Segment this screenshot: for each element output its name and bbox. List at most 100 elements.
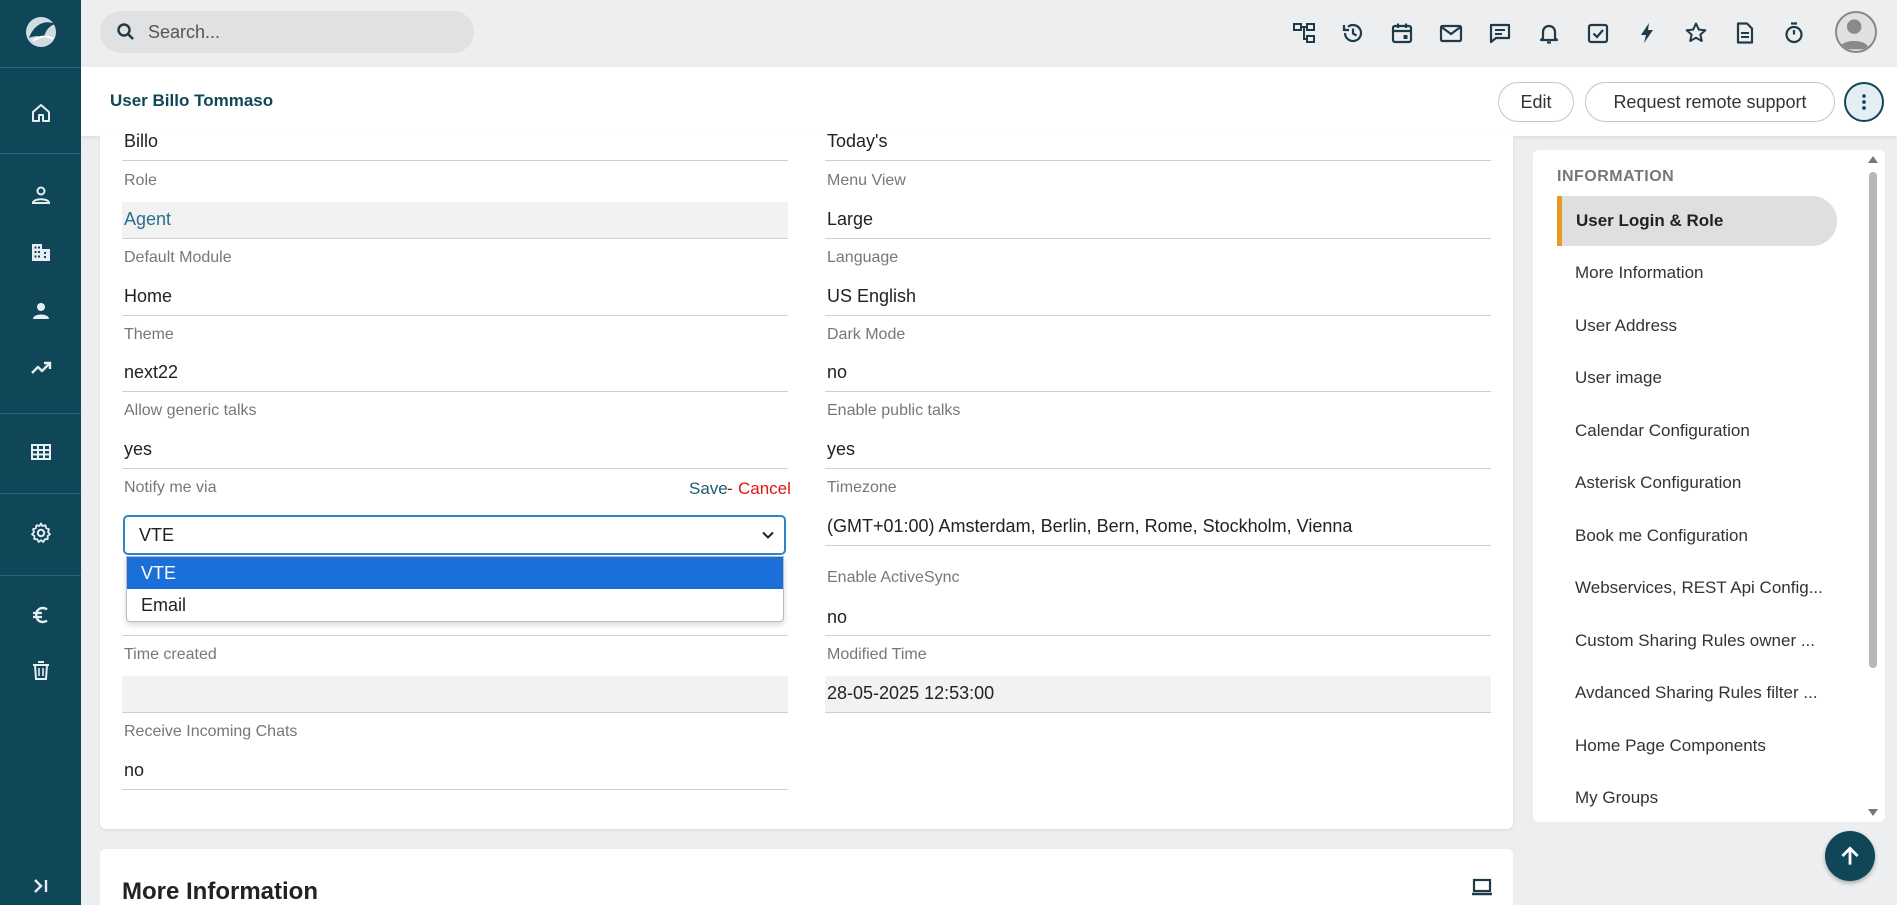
calendar-icon	[1391, 23, 1412, 44]
notifications-button[interactable]	[1524, 16, 1573, 50]
nav-accounts[interactable]	[0, 232, 81, 272]
trash-icon	[32, 661, 49, 680]
panel-item-user-login-role[interactable]: User Login & Role	[1557, 196, 1837, 246]
time-created-label: Time created	[124, 646, 217, 663]
default-module-label: Default Module	[124, 249, 232, 266]
page-title: User Billo Tommaso	[110, 91, 274, 110]
modified-time-label: Modified Time	[827, 646, 927, 663]
save-cancel-separator: -	[727, 479, 733, 498]
documents-button[interactable]	[1720, 16, 1769, 50]
nav-settings[interactable]	[0, 513, 81, 553]
search-input[interactable]	[148, 21, 448, 43]
hierarchy-icon	[1292, 23, 1315, 43]
logo-icon[interactable]	[20, 14, 62, 50]
field-underline	[825, 635, 1491, 636]
save-link[interactable]: Save	[689, 479, 728, 499]
dark-mode-label: Dark Mode	[827, 326, 906, 343]
field-underline	[122, 160, 788, 161]
field-underline	[825, 160, 1491, 161]
avatar-icon	[1839, 19, 1869, 50]
chat-button[interactable]	[1475, 16, 1524, 50]
nav-home[interactable]	[0, 93, 81, 133]
scrollbar-thumb[interactable]	[1869, 172, 1877, 668]
hierarchy-button[interactable]	[1279, 16, 1328, 50]
receive-incoming-chats-value: no	[124, 760, 145, 780]
settings-icon	[30, 522, 51, 543]
notify-dropdown-list: VTE Email	[126, 556, 784, 622]
modified-time-value: 28-05-2025 12:53:00	[827, 683, 995, 703]
nav-modules[interactable]	[0, 432, 81, 472]
enable-activesync-label: Enable ActiveSync	[827, 569, 960, 586]
sidebar-divider	[0, 67, 81, 68]
record-header: User Billo Tommaso Edit Request remote s…	[81, 67, 1897, 136]
language-label: Language	[827, 249, 899, 266]
more-information-title: More Information	[122, 878, 318, 905]
more-information-card: More Information	[100, 849, 1513, 905]
request-remote-support-button[interactable]: Request remote support	[1585, 82, 1835, 122]
scroll-down-arrow-icon[interactable]	[1867, 807, 1879, 819]
panel-item-my-groups[interactable]: My Groups	[1557, 773, 1837, 823]
sidebar-divider	[0, 575, 81, 576]
more-actions-button[interactable]	[1844, 82, 1884, 122]
dark-mode-value: no	[827, 362, 848, 382]
panel-item-advanced-sharing-rules[interactable]: Avdanced Sharing Rules filter ...	[1557, 668, 1837, 718]
trending-icon	[30, 361, 51, 374]
panel-item-custom-sharing-rules[interactable]: Custom Sharing Rules owner ...	[1557, 616, 1837, 666]
top-icons	[1279, 16, 1818, 50]
time-created-field	[122, 676, 788, 713]
field-underline	[825, 238, 1491, 239]
panel-item-home-page-components[interactable]: Home Page Components	[1557, 721, 1837, 771]
nav-expand[interactable]	[0, 866, 81, 905]
search-box[interactable]	[100, 11, 474, 53]
enable-public-talks-label: Enable public talks	[827, 402, 961, 419]
nav-finance[interactable]	[0, 595, 81, 635]
bell-icon	[1539, 24, 1558, 44]
dropdown-option-vte[interactable]: VTE	[127, 557, 783, 589]
panel-item-calendar-configuration[interactable]: Calendar Configuration	[1557, 406, 1837, 456]
history-button[interactable]	[1328, 16, 1377, 50]
theme-label: Theme	[124, 326, 174, 343]
left-sidebar	[0, 0, 81, 905]
allow-generic-talks-label: Allow generic talks	[124, 402, 257, 419]
favorites-button[interactable]	[1671, 16, 1720, 50]
task-icon	[1587, 23, 1608, 44]
notify-me-via-select[interactable]: VTE	[123, 515, 786, 555]
laptop-icon[interactable]	[1470, 875, 1494, 899]
role-link[interactable]: Agent	[124, 209, 171, 230]
edit-button[interactable]: Edit	[1498, 82, 1574, 122]
panel-item-user-image[interactable]: User image	[1557, 353, 1837, 403]
scroll-to-top-button[interactable]	[1825, 831, 1875, 881]
notify-me-via-label: Notify me via	[124, 479, 217, 496]
nav-users[interactable]	[0, 291, 81, 331]
field-underline	[122, 468, 788, 469]
nav-recycle-bin[interactable]	[0, 650, 81, 690]
arrow-up-icon	[1841, 846, 1859, 865]
receive-incoming-chats-label: Receive Incoming Chats	[124, 723, 298, 740]
user-login-role-card: Billo Role Agent Default Module Home The…	[100, 131, 1513, 829]
mail-button[interactable]	[1426, 16, 1475, 50]
nav-reports[interactable]	[0, 348, 81, 388]
panel-item-more-information[interactable]: More Information	[1557, 248, 1837, 298]
default-module-value: Home	[124, 286, 173, 306]
panel-item-asterisk-configuration[interactable]: Asterisk Configuration	[1557, 458, 1837, 508]
field-underline	[122, 789, 788, 790]
quick-actions-button[interactable]	[1622, 16, 1671, 50]
language-value: US English	[827, 286, 917, 306]
field-underline	[825, 545, 1491, 546]
panel-item-webservices[interactable]: Webservices, REST Api Config...	[1557, 563, 1837, 613]
user-avatar[interactable]	[1835, 11, 1877, 53]
field-underline	[122, 315, 788, 316]
tasks-button[interactable]	[1573, 16, 1622, 50]
timer-button[interactable]	[1769, 16, 1818, 50]
scroll-up-arrow-icon[interactable]	[1867, 153, 1879, 165]
bolt-icon	[1640, 23, 1653, 43]
menu-view-value: Large	[827, 209, 874, 229]
panel-item-book-me-configuration[interactable]: Book me Configuration	[1557, 511, 1837, 561]
dropdown-option-email[interactable]: Email	[127, 589, 783, 621]
nav-contacts[interactable]	[0, 175, 81, 215]
cancel-link[interactable]: Cancel	[738, 479, 791, 499]
calendar-button[interactable]	[1377, 16, 1426, 50]
panel-item-user-address[interactable]: User Address	[1557, 301, 1837, 351]
menu-view-label: Menu View	[827, 172, 906, 189]
role-label: Role	[124, 172, 157, 189]
